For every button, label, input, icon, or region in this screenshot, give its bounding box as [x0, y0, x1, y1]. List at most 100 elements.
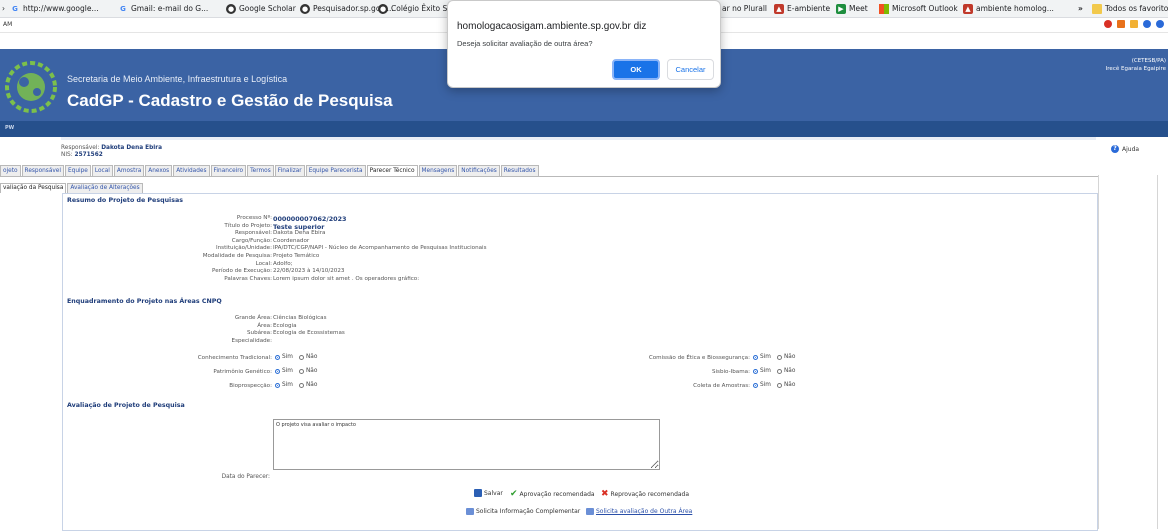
- tab-8[interactable]: Termos: [247, 165, 274, 176]
- subtab-avaliacao-alteracoes[interactable]: Avaliação de Alterações: [67, 183, 143, 193]
- radio-no[interactable]: [776, 368, 782, 374]
- bookmark-item[interactable]: ● Colégio Êxito São: [378, 3, 456, 14]
- tab-7[interactable]: Financeiro: [210, 165, 247, 176]
- alert-dialog: homologacaosigam.ambiente.sp.gov.br diz …: [447, 0, 721, 88]
- bookmark-item[interactable]: Ghttp://www.google...: [10, 3, 99, 14]
- resumo-field-label: Palavras Chaves:: [224, 275, 272, 282]
- save-icon: [474, 489, 482, 497]
- tab-3[interactable]: Local: [91, 165, 113, 176]
- sub-tabs: valiação da Pesquisa Avaliação de Altera…: [0, 183, 144, 193]
- radio-yes[interactable]: [275, 368, 280, 374]
- microsoft-icon: [879, 3, 889, 14]
- radio-label-no: Não: [305, 382, 318, 388]
- user-info: (CETESB/PA) Irecê Egaraia Egaipire: [1106, 57, 1166, 73]
- help-link[interactable]: ? Ajuda: [1111, 145, 1139, 153]
- bookmark-item[interactable]: ar no Plurall: [722, 3, 767, 14]
- resumo-field-value: 22/08/2023 à 14/10/2023: [273, 268, 345, 275]
- resumo-field-label: Período de Execução:: [212, 268, 272, 275]
- radio-label-yes: Sim: [282, 368, 293, 374]
- date-label: Data do Parecer:: [221, 474, 270, 480]
- radio-yes[interactable]: [753, 368, 758, 374]
- help-circle-icon[interactable]: [1143, 20, 1151, 28]
- radio-no[interactable]: [298, 368, 304, 374]
- cnpq-field-label: Área:: [257, 322, 272, 329]
- radio-label-no: Não: [783, 382, 796, 388]
- cnpq-field-value: Ecologia: [273, 322, 297, 329]
- tabs-divider: [0, 176, 1098, 177]
- sp-logo-icon: [5, 61, 57, 113]
- radio-no[interactable]: [776, 354, 782, 360]
- bookmark-item[interactable]: G Gmail: e-mail do G...: [118, 3, 208, 14]
- parecer-textarea[interactable]: [273, 419, 660, 470]
- radio-yes[interactable]: [753, 382, 758, 388]
- tab-0[interactable]: ojeto: [0, 165, 21, 176]
- subtab-avaliacao-pesquisa[interactable]: valiação da Pesquisa: [0, 183, 67, 193]
- yes-no-radio-group: Sim Não: [753, 354, 799, 360]
- section-title-resumo: Resumo do Projeto de Pesquisas: [67, 197, 183, 204]
- tab-6[interactable]: Atividades: [173, 165, 210, 176]
- reject-button[interactable]: ✖ Reprovação recomendada: [601, 489, 689, 499]
- section-title-avaliacao: Avaliação de Projeto de Pesquisa: [67, 402, 185, 409]
- header-subtitle: Secretaria de Meio Ambiente, Infraestrut…: [67, 74, 288, 84]
- bookmark-item[interactable]: ● Google Scholar: [226, 3, 296, 14]
- meet-icon: ▶: [836, 3, 846, 14]
- radio-no[interactable]: [776, 382, 782, 388]
- request-other-area-link[interactable]: Solicita avaliação de Outra Área: [586, 508, 692, 515]
- resumo-field-label: Título do Projeto:: [224, 222, 272, 229]
- google-icon: G: [12, 4, 18, 13]
- info-circle-icon[interactable]: [1156, 20, 1164, 28]
- tab-1[interactable]: Responsável: [21, 165, 64, 176]
- approve-button[interactable]: ✔ Aprovação recomendada: [510, 489, 595, 499]
- globe-icon: ●: [300, 3, 310, 14]
- resumo-field-value: Coordenador: [273, 237, 310, 244]
- radio-yes[interactable]: [753, 354, 758, 360]
- folder-icon: [1092, 3, 1102, 14]
- google-icon: G: [120, 4, 126, 13]
- radio-yes[interactable]: [275, 354, 280, 360]
- close-circle-icon[interactable]: [1104, 20, 1112, 28]
- tab-10[interactable]: Equipe Parecerista: [305, 165, 366, 176]
- radio-label-yes: Sim: [760, 354, 771, 360]
- edit-icon[interactable]: [1130, 20, 1138, 28]
- cancel-button[interactable]: Cancelar: [667, 59, 714, 80]
- nav-text: PW: [5, 125, 15, 131]
- all-favorites-button[interactable]: Todos os favoritos: [1092, 3, 1168, 14]
- resumo-field-label: Cargo/Função:: [231, 237, 272, 244]
- tab-5[interactable]: Anexos: [145, 165, 173, 176]
- tab-13[interactable]: Notificações: [458, 165, 500, 176]
- bookmark-item[interactable]: ▲ E-ambiente: [774, 3, 830, 14]
- radio-no[interactable]: [298, 354, 304, 360]
- tab-2[interactable]: Equipe: [64, 165, 91, 176]
- tab-12[interactable]: Mensagens: [418, 165, 458, 176]
- checkmark-icon: ✔: [510, 489, 518, 499]
- resumo-field-label: Local:: [255, 260, 272, 267]
- print-icon[interactable]: [1117, 20, 1125, 28]
- resumo-field-value: Dakota Dena Ebira: [273, 230, 326, 237]
- ok-button[interactable]: OK: [612, 59, 660, 80]
- radio-label-no: Não: [305, 368, 318, 374]
- radio-no[interactable]: [298, 382, 304, 388]
- bookmark-item[interactable]: ▲ ambiente homolog...: [963, 3, 1054, 14]
- tab-9[interactable]: Finalizar: [274, 165, 305, 176]
- radio-yes[interactable]: [275, 382, 280, 388]
- bookmark-item[interactable]: ▶ Meet: [836, 3, 868, 14]
- question-label: Comissão de Ética e Biossegurança:: [648, 355, 750, 361]
- cnpq-field-label: Especialidade:: [231, 337, 272, 344]
- tab-14[interactable]: Resultados: [500, 165, 539, 176]
- dialog-message: Deseja solicitar avaliação de outra área…: [457, 39, 593, 48]
- question-label: Conhecimento Tradicional:: [197, 355, 272, 361]
- section-title-cnpq: Enquadramento do Projeto nas Áreas CNPQ: [67, 298, 222, 305]
- radio-label-no: Não: [305, 354, 318, 360]
- x-mark-icon: ✖: [601, 489, 609, 499]
- cnpq-field-label: Subárea:: [246, 330, 272, 337]
- nis-info: NIS: 2571562: [61, 152, 103, 158]
- yes-no-radio-group: Sim Não: [753, 368, 799, 374]
- tab-11[interactable]: Parecer Técnico: [366, 165, 418, 176]
- bookmark-item[interactable]: Microsoft Outlook: [879, 3, 958, 14]
- save-button[interactable]: Salvar: [474, 489, 503, 497]
- yes-no-radio-group: Sim Não: [753, 382, 799, 388]
- request-info-button[interactable]: Solicita Informação Complementar: [466, 508, 580, 515]
- back-arrow-icon[interactable]: ›: [2, 3, 5, 14]
- tab-4[interactable]: Amostra: [113, 165, 145, 176]
- bookmarks-overflow-button[interactable]: »: [1078, 3, 1083, 14]
